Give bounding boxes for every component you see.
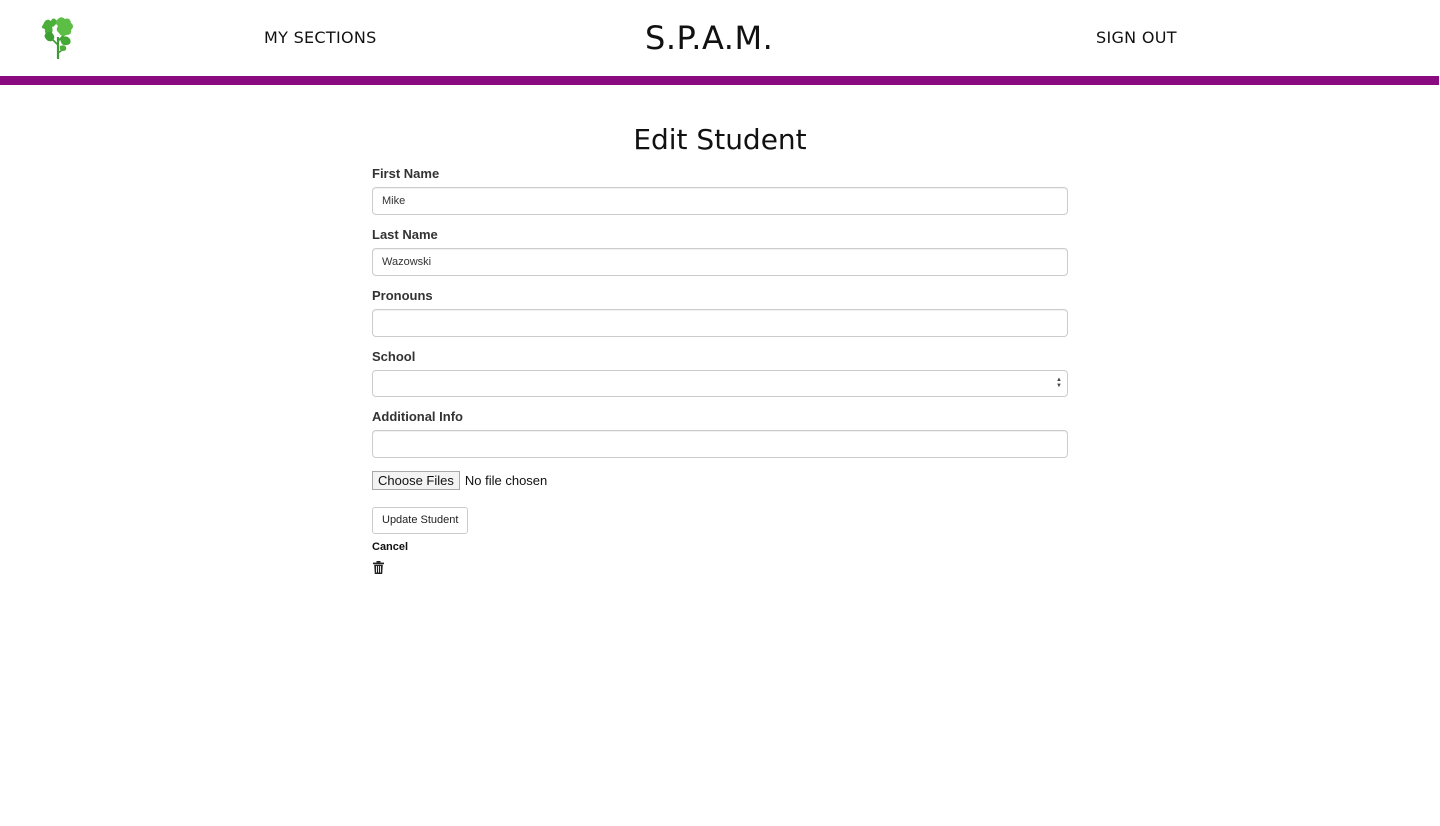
edit-student-form: Edit Student First Name Last Name Pronou…: [372, 120, 1068, 574]
last-name-label: Last Name: [372, 227, 438, 242]
nav-accent-bar: [0, 76, 1439, 85]
brand-title: S.P.A.M.: [645, 19, 774, 57]
file-status-text: No file chosen: [464, 473, 548, 488]
nav-sign-out-link[interactable]: SIGN OUT: [1096, 28, 1177, 48]
first-name-group: First Name: [372, 166, 1068, 215]
first-name-label: First Name: [372, 166, 440, 181]
additional-info-group: Additional Info: [372, 409, 1068, 458]
last-name-input[interactable]: [372, 248, 1068, 276]
school-group: School ▲ ▼: [372, 349, 1068, 397]
cancel-link[interactable]: Cancel: [372, 541, 1068, 554]
navbar: MY SECTIONS S.P.A.M. SIGN OUT: [0, 0, 1440, 85]
additional-info-input[interactable]: [372, 430, 1068, 458]
update-student-button[interactable]: Update Student: [372, 507, 469, 534]
page-title: Edit Student: [633, 123, 807, 156]
pronouns-input[interactable]: [372, 309, 1068, 337]
last-name-group: Last Name: [372, 227, 1068, 276]
pronouns-label: Pronouns: [372, 288, 433, 303]
pronouns-group: Pronouns: [372, 288, 1068, 337]
file-upload: Choose Files No file chosen: [372, 471, 1068, 490]
school-label: School: [372, 349, 416, 364]
additional-info-label: Additional Info: [372, 409, 463, 424]
choose-files-button[interactable]: Choose Files: [372, 471, 460, 490]
select-arrows-icon: ▲ ▼: [1056, 377, 1062, 389]
first-name-input[interactable]: [372, 187, 1068, 215]
school-select[interactable]: ▲ ▼: [372, 370, 1068, 397]
nav-my-sections-link[interactable]: MY SECTIONS: [264, 28, 377, 48]
trash-icon[interactable]: [373, 561, 384, 574]
parsley-logo-icon[interactable]: [40, 15, 76, 61]
